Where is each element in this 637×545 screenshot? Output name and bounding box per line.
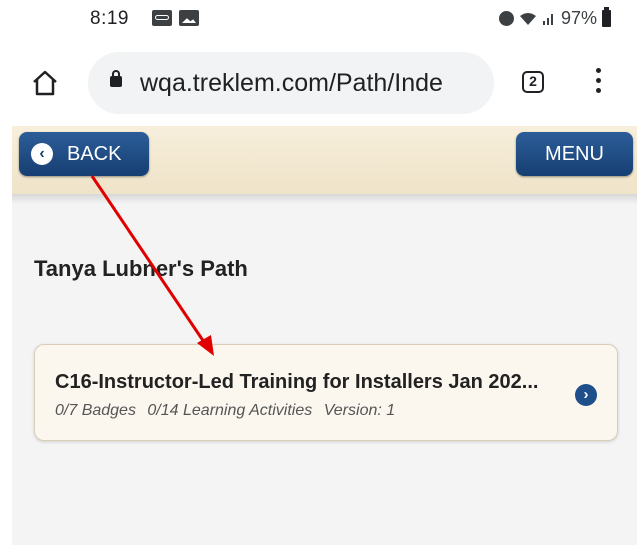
- back-button[interactable]: ‹ BACK: [19, 132, 149, 176]
- tab-switcher-button[interactable]: 2: [522, 71, 544, 93]
- version-label: Version: 1: [323, 402, 396, 419]
- menu-button[interactable]: MENU: [516, 132, 633, 176]
- status-bar: 8:19 97%: [0, 0, 637, 40]
- lock-icon: [110, 70, 122, 87]
- card-meta: 0/7 Badges 0/14 Learning Activities Vers…: [55, 402, 402, 420]
- page-title: Tanya Lubner's Path: [34, 256, 248, 281]
- badges-count: 0/7 Badges: [55, 402, 136, 419]
- browser-toolbar: wqa.treklem.com/Path/Inde 2: [0, 40, 637, 126]
- url-text[interactable]: wqa.treklem.com/Path/Inde: [140, 69, 480, 98]
- header-shadow: [12, 194, 637, 204]
- battery-percent: 97%: [560, 8, 597, 28]
- activities-count: 0/14 Learning Activities: [147, 402, 313, 419]
- chevron-right-icon[interactable]: ›: [575, 384, 597, 406]
- app-header: ‹ BACK MENU: [12, 126, 637, 194]
- alarm-icon: [498, 11, 514, 26]
- path-card[interactable]: C16-Instructor-Led Training for Installe…: [34, 344, 618, 441]
- gallery-icon: [179, 10, 199, 26]
- wifi-icon: [519, 12, 536, 25]
- more-options-icon[interactable]: [594, 68, 602, 98]
- card-title: C16-Instructor-Led Training for Installe…: [55, 371, 539, 393]
- signal-icon: [542, 14, 553, 25]
- status-time: 8:19: [90, 8, 129, 29]
- address-bar[interactable]: wqa.treklem.com/Path/Inde: [88, 52, 494, 114]
- chevron-left-icon: ‹: [31, 143, 53, 165]
- back-label: BACK: [67, 143, 122, 165]
- voicemail-icon: [152, 10, 172, 26]
- main-content: Tanya Lubner's Path C16-Instructor-Led T…: [12, 194, 637, 545]
- status-indicators: 97%: [498, 7, 611, 29]
- home-icon[interactable]: [30, 68, 60, 98]
- battery-icon: [602, 7, 611, 27]
